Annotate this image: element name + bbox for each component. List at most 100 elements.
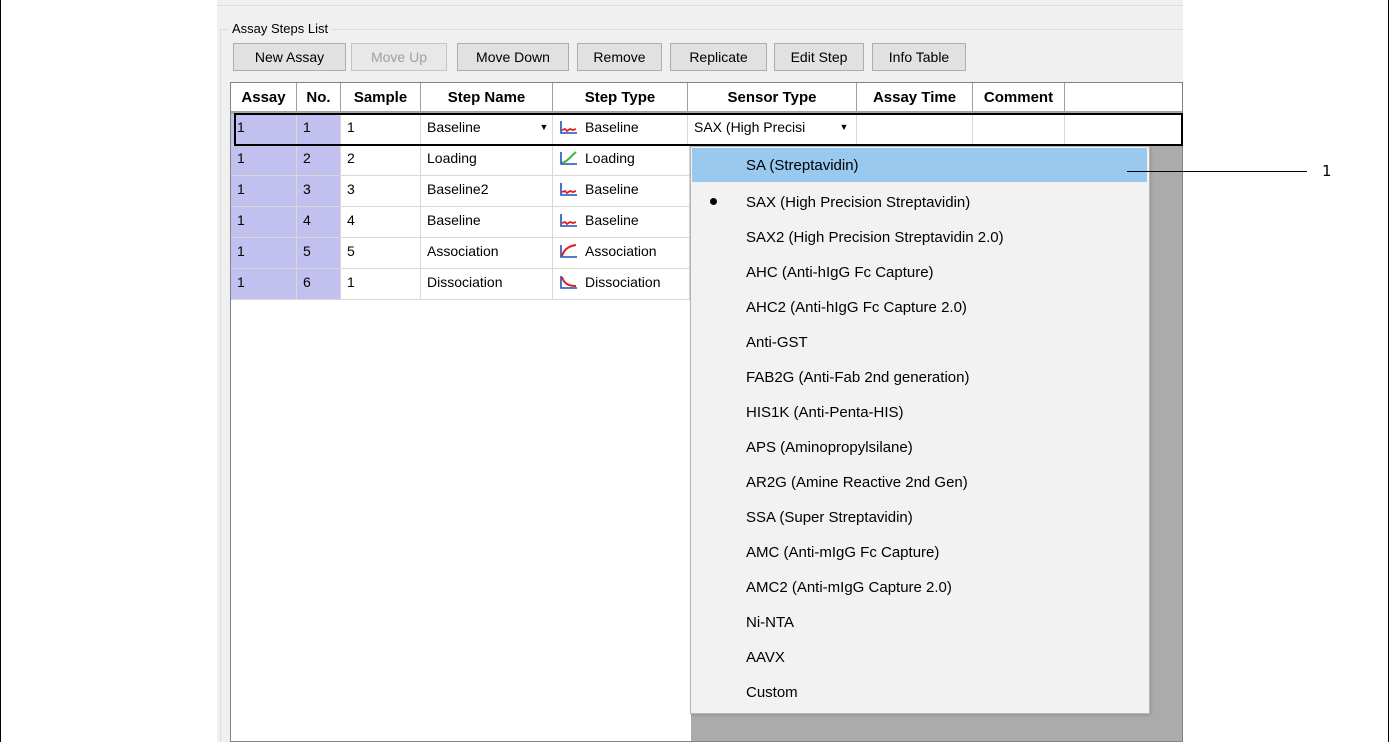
dropdown-option[interactable]: Ni-NTA <box>692 605 1148 639</box>
dropdown-option-label: HIS1K (Anti-Penta-HIS) <box>746 403 904 421</box>
dropdown-option-label: Ni-NTA <box>746 613 795 631</box>
baseline-icon <box>560 183 577 196</box>
column-header-sensor-type[interactable]: Sensor Type <box>688 83 857 112</box>
step-type-label: Loading <box>585 150 635 166</box>
cell-sample[interactable]: 3 <box>341 176 421 207</box>
cell-no[interactable]: 3 <box>297 176 341 207</box>
callout-leader-line <box>1127 171 1307 172</box>
cell-assay[interactable]: 1 <box>231 145 297 176</box>
column-header-no[interactable]: No. <box>297 83 341 112</box>
cell-step-type[interactable]: Baseline <box>553 114 688 145</box>
column-header-step-name[interactable]: Step Name <box>421 83 553 112</box>
move-down-button[interactable]: Move Down <box>457 43 569 71</box>
table-row[interactable]: 1 4 4 Baseline Baseline <box>231 207 691 238</box>
table-row[interactable]: 1 6 1 Dissociation Dissociation <box>231 269 691 300</box>
column-header-step-type[interactable]: Step Type <box>553 83 688 112</box>
panel-divider <box>217 5 1183 6</box>
selected-bullet-icon <box>710 198 717 205</box>
cell-sample[interactable]: 2 <box>341 145 421 176</box>
dropdown-option-selected[interactable]: SAX (High Precision Streptavidin) <box>692 185 1148 219</box>
loading-icon <box>560 151 577 165</box>
dropdown-option[interactable]: AHC (Anti-hIgG Fc Capture) <box>692 255 1148 289</box>
cell-assay-time[interactable] <box>857 114 973 145</box>
cell-sample[interactable]: 4 <box>341 207 421 238</box>
cell-no[interactable]: 4 <box>297 207 341 238</box>
table-row[interactable]: 1 3 3 Baseline2 Baseline <box>231 176 691 207</box>
cell-assay[interactable]: 1 <box>231 176 297 207</box>
cell-assay[interactable]: 1 <box>231 238 297 269</box>
column-header-sample[interactable]: Sample <box>341 83 421 112</box>
dropdown-option-label: AHC (Anti-hIgG Fc Capture) <box>746 263 934 281</box>
column-header-comment[interactable]: Comment <box>973 83 1065 112</box>
cell-step-name[interactable]: Loading <box>421 145 553 176</box>
dropdown-option-label: AMC (Anti-mIgG Fc Capture) <box>746 543 940 561</box>
step-type-label: Dissociation <box>585 274 661 290</box>
cell-step-type[interactable]: Loading <box>553 145 690 176</box>
cell-step-type[interactable]: Baseline <box>553 176 690 207</box>
table-row[interactable]: 1 1 1 Baseline ▼ Baseline SAX (High Prec… <box>231 114 1182 145</box>
group-title: Assay Steps List <box>229 21 332 37</box>
dropdown-option-label: Anti-GST <box>746 333 808 351</box>
chevron-down-icon[interactable]: ▼ <box>836 116 852 138</box>
dropdown-option[interactable]: HIS1K (Anti-Penta-HIS) <box>692 395 1148 429</box>
cell-sample[interactable]: 5 <box>341 238 421 269</box>
dropdown-option[interactable]: APS (Aminopropylsilane) <box>692 430 1148 464</box>
cell-no[interactable]: 2 <box>297 145 341 176</box>
frame-left-border <box>0 0 1 742</box>
dropdown-option[interactable]: SA (Streptavidin) <box>692 148 1147 182</box>
cell-assay[interactable]: 1 <box>231 207 297 238</box>
cell-step-type[interactable]: Dissociation <box>553 269 690 300</box>
dropdown-option[interactable]: AHC2 (Anti-hIgG Fc Capture 2.0) <box>692 290 1148 324</box>
move-up-button[interactable]: Move Up <box>351 43 447 71</box>
step-name-combobox[interactable]: Baseline ▼ <box>421 114 553 145</box>
cell-step-name[interactable]: Baseline2 <box>421 176 553 207</box>
group-border-top <box>220 29 1183 30</box>
cell-step-type[interactable]: Baseline <box>553 207 690 238</box>
dropdown-option[interactable]: SSA (Super Streptavidin) <box>692 500 1148 534</box>
baseline-icon <box>560 214 577 227</box>
dropdown-option-label: FAB2G (Anti-Fab 2nd generation) <box>746 368 970 386</box>
dropdown-option[interactable]: AR2G (Amine Reactive 2nd Gen) <box>692 465 1148 499</box>
dropdown-option-label: AMC2 (Anti-mIgG Capture 2.0) <box>746 578 952 596</box>
dropdown-option[interactable]: AMC2 (Anti-mIgG Capture 2.0) <box>692 570 1148 604</box>
dropdown-option-label: AAVX <box>746 648 785 666</box>
edit-step-button[interactable]: Edit Step <box>774 43 864 71</box>
remove-button[interactable]: Remove <box>577 43 662 71</box>
cell-sample[interactable]: 1 <box>341 269 421 300</box>
cell-comment[interactable] <box>973 114 1065 145</box>
cell-step-name[interactable]: Baseline <box>421 207 553 238</box>
cell-sample[interactable]: 1 <box>341 114 421 145</box>
column-header-assay[interactable]: Assay <box>231 83 297 112</box>
dropdown-option-label: SA (Streptavidin) <box>746 156 859 174</box>
cell-step-type[interactable]: Association <box>553 238 690 269</box>
new-assay-button[interactable]: New Assay <box>233 43 346 71</box>
dropdown-option[interactable]: SAX2 (High Precision Streptavidin 2.0) <box>692 220 1148 254</box>
table-row[interactable]: 1 2 2 Loading Loading <box>231 145 691 176</box>
association-icon <box>560 244 577 258</box>
sensor-type-combobox[interactable]: SAX (High Precisi ▼ <box>688 114 857 145</box>
grid-empty-area <box>231 300 691 741</box>
dropdown-option[interactable]: AMC (Anti-mIgG Fc Capture) <box>692 535 1148 569</box>
step-type-label: Baseline <box>585 212 639 228</box>
dropdown-option[interactable]: FAB2G (Anti-Fab 2nd generation) <box>692 360 1148 394</box>
info-table-button[interactable]: Info Table <box>872 43 966 71</box>
dropdown-option-label: AR2G (Amine Reactive 2nd Gen) <box>746 473 968 491</box>
dropdown-option-label: SAX2 (High Precision Streptavidin 2.0) <box>746 228 1004 246</box>
cell-no[interactable]: 6 <box>297 269 341 300</box>
table-row[interactable]: 1 5 5 Association Association <box>231 238 691 269</box>
cell-step-name[interactable]: Dissociation <box>421 269 553 300</box>
cell-assay[interactable]: 1 <box>231 114 297 145</box>
cell-step-name[interactable]: Association <box>421 238 553 269</box>
dropdown-option[interactable]: Custom <box>692 675 1148 709</box>
column-header-assay-time[interactable]: Assay Time <box>857 83 973 112</box>
dropdown-option[interactable]: AAVX <box>692 640 1148 674</box>
cell-no[interactable]: 1 <box>297 114 341 145</box>
header-filler <box>1065 83 1182 112</box>
cell-no[interactable]: 5 <box>297 238 341 269</box>
dropdown-option[interactable]: Anti-GST <box>692 325 1148 359</box>
dropdown-option-label: Custom <box>746 683 798 701</box>
sensor-type-dropdown[interactable]: SA (Streptavidin) SAX (High Precision St… <box>690 146 1150 714</box>
replicate-button[interactable]: Replicate <box>670 43 767 71</box>
chevron-down-icon[interactable]: ▼ <box>536 116 552 138</box>
cell-assay[interactable]: 1 <box>231 269 297 300</box>
